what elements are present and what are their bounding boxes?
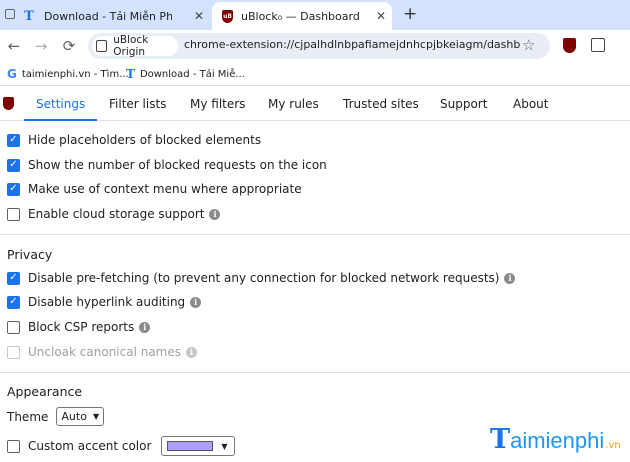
settings-pane: ✓ Hide placeholders of blocked elements … [0,121,630,462]
taimienphi-favicon-icon: T [24,8,34,24]
theme-label: Theme [7,409,49,424]
tab-filter-lists[interactable]: Filter lists [109,86,166,121]
accent-color-picker[interactable]: ▼ [161,436,236,456]
setting-label: Disable hyperlink auditing [28,295,186,309]
url-text[interactable]: chrome-extension://cjpalhdlnbpafiamejdnh… [184,38,520,51]
setting-show-blocked-count[interactable]: ✓ Show the number of blocked requests on… [7,158,327,172]
ublock-favicon-icon: uB [222,9,233,23]
accent-color-swatch [167,441,214,451]
checkbox-unchecked-icon[interactable] [7,439,20,453]
setting-custom-accent[interactable]: Custom accent color ▼ [7,436,236,456]
setting-label: Uncloak canonical names [28,345,181,359]
bookmark-label: taimienphi.vn - Tìm... [21,68,129,80]
setting-cloud-storage[interactable]: Enable cloud storage support i [7,207,221,221]
forward-icon[interactable]: → [32,37,50,55]
browser-toolbar: ← → ⟳ uBlock Origin chrome-extension://c… [0,30,630,62]
tab-settings[interactable]: Settings [23,86,98,121]
setting-block-csp[interactable]: Block CSP reports i [7,320,151,334]
setting-label: Make use of context menu where appropria… [28,182,302,196]
google-favicon-icon: G [7,67,17,81]
tab-trusted-sites[interactable]: Trusted sites [343,86,419,121]
watermark-text: aimienphi [510,428,605,453]
tab-my-filters[interactable]: My filters [190,86,245,121]
tab-title: Download - Tải Miễn Phí VN - P [44,9,172,23]
reload-icon[interactable]: ⟳ [60,37,78,55]
address-bar[interactable]: uBlock Origin chrome-extension://cjpalhd… [88,33,550,59]
checkbox-unchecked-icon[interactable] [7,207,20,221]
setting-hyperlink-auditing[interactable]: ✓ Disable hyperlink auditing i [7,295,202,309]
chevron-down-icon: ▼ [92,412,100,421]
setting-disable-prefetching[interactable]: ✓ Disable pre-fetching (to prevent any c… [7,271,516,285]
setting-context-menu[interactable]: ✓ Make use of context menu where appropr… [7,182,302,196]
tab-download[interactable]: T Download - Tải Miễn Phí VN - P ✕ [22,2,212,30]
site-chip-label: uBlock Origin [113,34,149,58]
site-info-chip[interactable]: uBlock Origin [92,34,178,58]
checkbox-disabled-icon [7,345,20,359]
checkbox-checked-icon[interactable]: ✓ [7,271,20,285]
bookmark-download[interactable]: T Download - Tải Miễ... [126,67,245,81]
back-icon[interactable]: ← [5,37,23,55]
bookmark-label: Download - Tải Miễ... [139,68,245,80]
taimienphi-watermark: T aimienphi .vn [490,424,621,455]
checkbox-checked-icon[interactable]: ✓ [7,295,20,309]
tab-title: uBlock₀ — Dashboard [241,9,360,23]
setting-uncloak-cname: Uncloak canonical names i [7,345,197,359]
checkbox-checked-icon[interactable]: ✓ [7,158,20,172]
section-divider [0,234,630,235]
info-icon[interactable]: i [139,321,151,333]
setting-label: Disable pre-fetching (to prevent any con… [28,271,500,285]
checkbox-checked-icon[interactable]: ✓ [7,182,20,196]
setting-label: Custom accent color [28,439,152,453]
setting-label: Enable cloud storage support [28,207,205,221]
watermark-logo-letter: T [490,424,511,455]
new-tab-icon[interactable]: + [403,4,417,24]
dashboard-nav: Settings Filter lists My filters My rule… [0,86,630,121]
bookmark-taimienphi[interactable]: G taimienphi.vn - Tìm... [7,67,129,81]
ublock-extension-icon[interactable] [563,38,576,53]
setting-hide-placeholders[interactable]: ✓ Hide placeholders of blocked elements [7,133,261,147]
tab-about[interactable]: About [513,86,548,121]
tab-strip: T Download - Tải Miễn Phí VN - P ✕ uB uB… [0,0,630,30]
tab-ublock-dashboard[interactable]: uB uBlock₀ — Dashboard ✕ [212,2,392,30]
chevron-down-icon: ▼ [221,441,228,451]
watermark-domain: .vn [605,440,621,451]
close-icon[interactable]: ✕ [194,9,204,23]
theme-value: Auto [61,410,87,423]
info-icon[interactable]: i [190,296,202,308]
tab-support[interactable]: Support [440,86,487,121]
info-icon[interactable]: i [186,346,197,358]
ublock-logo-icon [3,97,14,110]
download-favicon-icon: T [126,67,135,81]
privacy-heading: Privacy [7,247,53,262]
theme-select[interactable]: Auto ▼ [56,407,105,426]
setting-label: Block CSP reports [28,320,135,334]
info-icon[interactable]: i [209,208,221,220]
extension-page-icon [96,40,108,52]
tab-my-rules[interactable]: My rules [268,86,319,121]
checkbox-unchecked-icon[interactable] [7,320,20,334]
appearance-heading: Appearance [7,384,83,399]
close-icon[interactable]: ✕ [376,9,386,23]
checkbox-checked-icon[interactable]: ✓ [7,133,20,147]
setting-label: Show the number of blocked requests on t… [28,158,327,172]
bookmark-star-icon[interactable]: ☆ [522,36,535,54]
setting-label: Hide placeholders of blocked elements [28,133,262,147]
tab-search-icon[interactable] [5,9,15,19]
section-divider [0,372,630,373]
extensions-puzzle-icon[interactable] [591,38,605,52]
theme-row: Theme Auto ▼ [7,407,105,426]
info-icon[interactable]: i [504,272,516,284]
bookmarks-bar: G taimienphi.vn - Tìm... T Download - Tả… [0,62,630,86]
